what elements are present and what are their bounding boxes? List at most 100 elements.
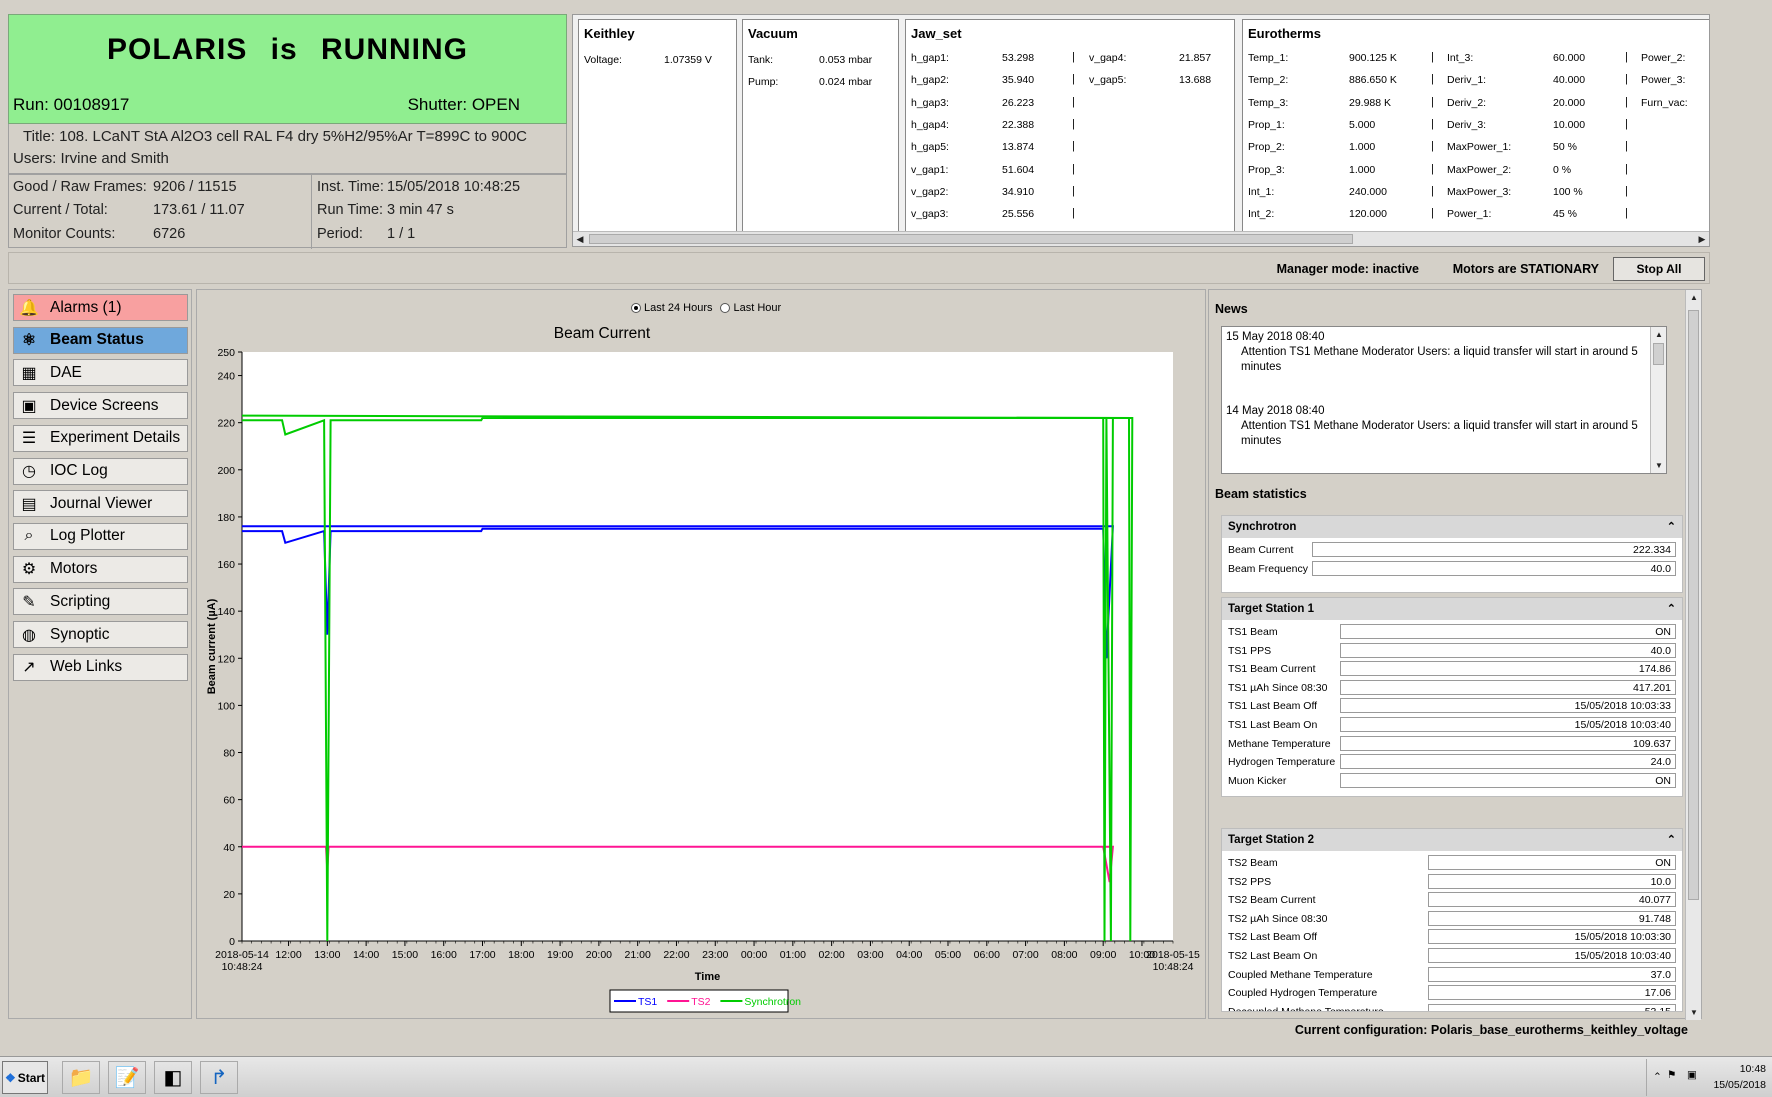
- x-tick-label: 01:00: [780, 949, 806, 961]
- run-info-panel: Title: 108. LCaNT StA Al2O3 cell RAL F4 …: [8, 124, 567, 174]
- nav-log-plotter[interactable]: ⌕ Log Plotter: [13, 522, 188, 550]
- stat-value: 15/05/2018 10:03:33: [1340, 698, 1676, 714]
- column-separator: |: [1625, 51, 1628, 63]
- nav-label: Synoptic: [50, 625, 110, 643]
- block-value: 900.125 K: [1349, 52, 1397, 64]
- x-tick-label: 02:00: [818, 949, 844, 961]
- nav-beam-status[interactable]: ⚛ Beam Status: [13, 326, 188, 354]
- stat-label: Beam Current: [1228, 544, 1294, 556]
- block-name: h_gap1:: [911, 52, 949, 64]
- stop-all-button[interactable]: Stop All: [1613, 257, 1705, 281]
- stat-value: ON: [1340, 624, 1676, 639]
- collapse-chevron-icon[interactable]: ⌃: [1667, 833, 1676, 846]
- nav-alarms-1[interactable]: 🔔 Alarms (1): [13, 294, 188, 321]
- stat-label: TS2 Beam Current: [1228, 894, 1316, 907]
- beam-stats-vertical-scrollbar[interactable]: ▲ ▼: [1685, 290, 1701, 1020]
- nav-device-screens[interactable]: ▣ Device Screens: [13, 392, 188, 420]
- stat-row: TS1 Beam ON: [1228, 624, 1676, 641]
- clock-date[interactable]: 15/05/2018: [1713, 1079, 1766, 1091]
- network-icon[interactable]: ▣: [1687, 1069, 1697, 1081]
- stat-label: TS2 Last Beam Off: [1228, 931, 1318, 944]
- shutter-status: Shutter: OPEN: [407, 95, 520, 114]
- gears-icon: ⚙: [21, 561, 37, 579]
- scroll-up-icon[interactable]: ▲: [1652, 327, 1666, 342]
- block-name: Prop_2:: [1248, 141, 1285, 154]
- target-station-1-group: Target Station 1 ⌃ TS1 Beam ON TS1 PPS 40.0 T…: [1221, 597, 1683, 797]
- scroll-right-icon[interactable]: ▶: [1695, 232, 1709, 246]
- legend-label: Synchrotron: [744, 996, 801, 1008]
- news-feed[interactable]: 15 May 2018 08:40 Attention TS1 Methane …: [1221, 326, 1667, 474]
- nav-journal-viewer[interactable]: ▤ Journal Viewer: [13, 490, 188, 518]
- scroll-left-icon[interactable]: ◀: [573, 232, 587, 246]
- divider: [311, 175, 312, 249]
- block-value: 22.388: [1002, 118, 1035, 131]
- column-separator: |: [1431, 117, 1434, 130]
- group-header[interactable]: Synchrotron ⌃: [1222, 516, 1682, 538]
- blocks-horizontal-scrollbar[interactable]: ◀ ▶: [573, 231, 1709, 246]
- nav-ioc-log[interactable]: ◷ IOC Log: [13, 457, 188, 485]
- nav-dae[interactable]: ▦ DAE: [13, 359, 188, 387]
- frames-value: 9206 / 11515: [153, 179, 237, 195]
- collapse-chevron-icon[interactable]: ⌃: [1667, 520, 1676, 533]
- scroll-thumb[interactable]: [1653, 343, 1664, 365]
- stat-label: TS1 Last Beam On: [1228, 719, 1318, 731]
- clock-log-icon: ◷: [22, 463, 36, 480]
- stat-value: 109.637: [1340, 735, 1676, 751]
- nav-label: Web Links: [50, 658, 123, 676]
- frames-label: Good / Raw Frames:: [13, 179, 147, 195]
- manager-mode: Manager mode: inactive: [1276, 262, 1419, 276]
- file-explorer-icon[interactable]: 📁: [62, 1061, 100, 1094]
- ibex-gui-icon[interactable]: ↱: [200, 1061, 238, 1094]
- stat-value: 37.0: [1428, 966, 1676, 982]
- x-tick-label: 12:00: [275, 949, 301, 961]
- monitor-label: Monitor Counts:: [13, 226, 116, 242]
- block-name: v_gap3:: [911, 208, 949, 221]
- nav-scripting[interactable]: ✎ Scripting: [13, 588, 188, 616]
- block-value: 10.000: [1553, 118, 1586, 131]
- block-name: Furn_vac:: [1641, 96, 1688, 109]
- group-title: Vacuum: [748, 26, 798, 41]
- scroll-thumb[interactable]: [1688, 310, 1699, 900]
- y-tick-label: 60: [223, 795, 235, 807]
- stat-value: 91.748: [1428, 910, 1676, 926]
- notepad-icon[interactable]: 📝: [108, 1061, 146, 1094]
- run-counts-panel: Good / Raw Frames: 9206 / 11515 Current …: [8, 174, 567, 249]
- nav-label: Beam Status: [50, 331, 144, 349]
- stat-value: 15/05/2018 10:03:30: [1428, 929, 1676, 945]
- run-time-value: 3 min 47 s: [387, 202, 454, 218]
- scroll-down-icon[interactable]: ▼: [1687, 1005, 1701, 1020]
- block-name: Tank:: [748, 54, 774, 66]
- run-number: Run: 00108917: [13, 95, 130, 114]
- virtualbox-icon[interactable]: ◧: [154, 1061, 192, 1094]
- collapse-chevron-icon[interactable]: ⌃: [1667, 602, 1676, 615]
- show-hidden-icons-icon[interactable]: ⌃: [1653, 1071, 1662, 1083]
- stat-row: Hydrogen Temperature 24.0: [1228, 754, 1676, 771]
- block-name: h_gap2:: [911, 74, 949, 87]
- news-beam-stats-panel: News 15 May 2018 08:40 Attention TS1 Met…: [1208, 289, 1702, 1020]
- news-scrollbar[interactable]: ▲ ▼: [1650, 327, 1666, 473]
- clock-time[interactable]: 10:48: [1740, 1063, 1766, 1075]
- stat-label: Coupled Hydrogen Temperature: [1228, 987, 1378, 1000]
- scroll-up-icon[interactable]: ▲: [1687, 290, 1701, 305]
- block-value: 29.988 K: [1349, 96, 1392, 109]
- column-separator: |: [1625, 95, 1628, 108]
- stat-value: ON: [1428, 855, 1676, 870]
- action-center-flag-icon[interactable]: ⚑: [1667, 1069, 1676, 1081]
- nav-experiment-details[interactable]: ☰ Experiment Details: [13, 424, 188, 452]
- nav-web-links[interactable]: ↗ Web Links: [13, 653, 188, 681]
- group-header[interactable]: Target Station 1 ⌃: [1222, 598, 1682, 620]
- start-button[interactable]: ❖ Start: [2, 1061, 48, 1094]
- group-title: Eurotherms: [1248, 26, 1321, 41]
- x-tick-label: 16:00: [431, 949, 457, 961]
- nav-synoptic[interactable]: ◍ Synoptic: [13, 621, 188, 648]
- windows-logo-icon: ❖: [4, 1070, 16, 1085]
- block-value: 1.000: [1349, 141, 1376, 154]
- scroll-thumb[interactable]: [589, 234, 1353, 244]
- nav-motors[interactable]: ⚙ Motors: [13, 555, 188, 583]
- period-value: 1 / 1: [387, 226, 416, 242]
- scroll-down-icon[interactable]: ▼: [1652, 458, 1666, 473]
- group-title: Keithley: [584, 26, 635, 41]
- block-value: 60.000: [1553, 52, 1586, 64]
- stat-row: TS2 Beam Current 40.077: [1228, 892, 1676, 909]
- group-header[interactable]: Target Station 2 ⌃: [1222, 829, 1682, 851]
